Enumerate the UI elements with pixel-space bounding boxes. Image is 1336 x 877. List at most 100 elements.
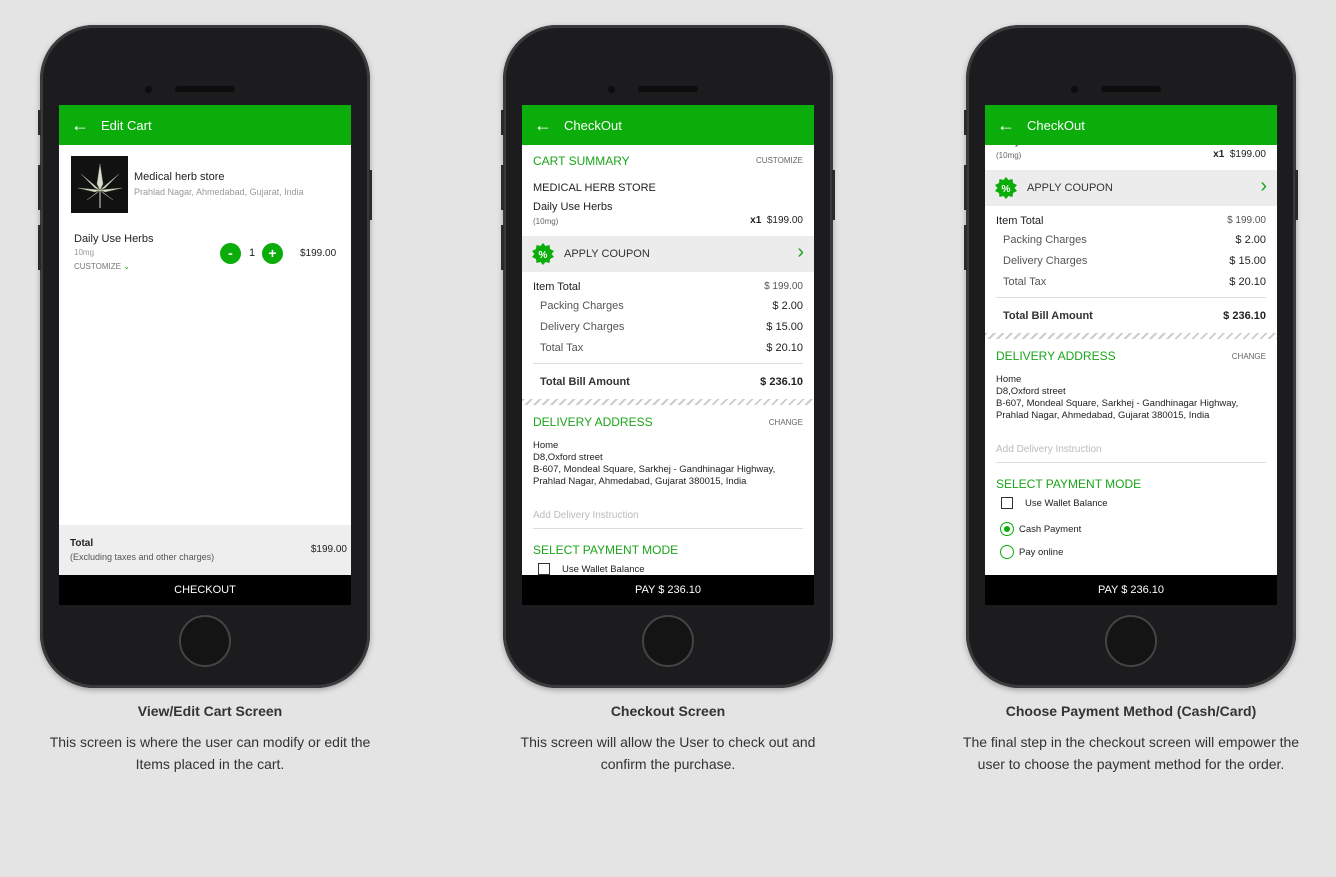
mute-switch — [964, 110, 967, 135]
app-header: ← CheckOut — [985, 105, 1277, 145]
address-line: Home — [996, 374, 1022, 385]
total-bill-value: $ 236.10 — [1223, 310, 1266, 322]
tax-value: $ 20.10 — [1229, 276, 1266, 288]
payment-method-screen: ← CheckOut CART SUMMARY CUSTOMIZE MEDICA… — [985, 105, 1277, 605]
delivery-charges-value: $ 15.00 — [1229, 255, 1266, 267]
change-address-link[interactable]: CHANGE — [1232, 352, 1266, 361]
address-line: Prahlad Nagar, Ahmedabad, Gujarat 380015… — [533, 476, 747, 487]
svg-text:%: % — [539, 250, 548, 261]
packing-value: $ 2.00 — [1235, 234, 1266, 246]
payment-mode-title: SELECT PAYMENT MODE — [533, 543, 679, 557]
phone-checkout: ← CheckOut CART SUMMARY CUSTOMIZE MEDICA… — [501, 25, 835, 688]
customize-label: CUSTOMIZE — [74, 262, 121, 271]
caption-title: Choose Payment Method (Cash/Card) — [1005, 703, 1257, 719]
edit-cart-screen: ← Edit Cart Medical herb store Prahlad N… — [59, 105, 351, 605]
packing-value: $ 2.00 — [772, 300, 803, 312]
speaker — [638, 86, 698, 92]
total-note: (Excluding taxes and other charges) — [70, 552, 215, 562]
camera — [1071, 86, 1078, 93]
total-value: $199.00 — [310, 544, 347, 555]
wallet-label: Use Wallet Balance — [562, 564, 645, 575]
item-price: $199.00 — [300, 248, 337, 259]
address-block: Home D8,Oxford street B-607, Mondeal Squ… — [533, 440, 775, 488]
pay-button[interactable]: PAY $ 236.10 — [985, 575, 1277, 605]
caption-line: This screen will allow the User to check… — [520, 734, 816, 750]
mute-switch — [501, 110, 504, 135]
app-header: ← Edit Cart — [59, 105, 351, 145]
apply-coupon-button[interactable]: % APPLY COUPON › — [985, 170, 1277, 206]
apply-coupon-label: APPLY COUPON — [1027, 182, 1113, 194]
back-arrow-icon[interactable]: ← — [985, 115, 1027, 136]
chevron-right-icon: › — [797, 241, 804, 263]
packing-label: Packing Charges — [1003, 234, 1087, 246]
chevron-right-icon: › — [1260, 175, 1267, 197]
caption-line: user to choose the payment method for th… — [977, 756, 1285, 772]
customize-dropdown[interactable]: CUSTOMIZE ⌄ — [74, 262, 130, 271]
item-name: Daily Use Herbs — [74, 233, 154, 245]
address-line: D8,Oxford street — [996, 386, 1066, 397]
pay-button[interactable]: PAY $ 236.10 — [522, 575, 814, 605]
pay-online-label: Pay online — [1019, 547, 1064, 558]
packing-label: Packing Charges — [540, 300, 624, 312]
wallet-checkbox[interactable] — [538, 563, 550, 575]
volume-up — [38, 165, 41, 210]
volume-up — [964, 165, 967, 210]
camera — [608, 86, 615, 93]
coupon-badge-icon: % — [532, 243, 554, 265]
cart-summary-title: CART SUMMARY — [533, 154, 630, 168]
home-button — [179, 615, 231, 667]
speaker — [175, 86, 235, 92]
delivery-instruction-input[interactable]: Add Delivery Instruction — [996, 441, 1266, 463]
apply-coupon-button[interactable]: % APPLY COUPON › — [522, 236, 814, 272]
caption-title: View/Edit Cart Screen — [137, 703, 283, 719]
herb-leaf-icon — [77, 163, 122, 208]
item-total-value: $ 199.00 — [764, 281, 803, 292]
decrease-quantity-button[interactable]: - — [220, 243, 241, 264]
caption-payment-method: Choose Payment Method (Cash/Card) The fi… — [921, 703, 1336, 775]
caption-line: The final step in the checkout screen wi… — [962, 734, 1300, 750]
divider — [996, 297, 1266, 298]
item-total-label: Item Total — [996, 215, 1044, 227]
store-address: Prahlad Nagar, Ahmedabad, Gujarat, India — [134, 187, 304, 197]
item-qty: x1 — [1213, 149, 1225, 160]
address-line: Home — [533, 440, 559, 451]
mute-switch — [38, 110, 41, 135]
pay-online-radio[interactable] — [1000, 545, 1014, 559]
back-arrow-icon[interactable]: ← — [522, 115, 564, 136]
header-title: CheckOut — [564, 117, 622, 133]
back-arrow-icon[interactable]: ← — [59, 115, 101, 136]
camera — [145, 86, 152, 93]
volume-down — [501, 225, 504, 270]
volume-up — [501, 165, 504, 210]
cash-payment-label: Cash Payment — [1019, 524, 1082, 535]
item-price: $199.00 — [766, 215, 803, 226]
caption-line: confirm the purchase. — [600, 756, 736, 772]
total-bar: Total (Excluding taxes and other charges… — [59, 525, 351, 575]
power-button — [832, 170, 835, 220]
delivery-address-title: DELIVERY ADDRESS — [533, 415, 653, 429]
total-bill-label: Total Bill Amount — [540, 376, 630, 388]
store-name: Medical herb store — [134, 171, 225, 183]
zigzag-divider — [985, 333, 1277, 339]
delivery-charges-label: Delivery Charges — [540, 321, 625, 333]
item-total-value: $ 199.00 — [1227, 215, 1266, 226]
item-name: Daily Use Herbs — [533, 201, 613, 213]
delivery-charges-label: Delivery Charges — [1003, 255, 1088, 267]
increase-quantity-button[interactable]: + — [262, 243, 283, 264]
change-address-link[interactable]: CHANGE — [769, 418, 803, 427]
delivery-instruction-input[interactable]: Add Delivery Instruction — [533, 507, 803, 529]
delivery-address-title: DELIVERY ADDRESS — [996, 349, 1116, 363]
checkout-button[interactable]: CHECKOUT — [59, 575, 351, 605]
total-bill-label: Total Bill Amount — [1003, 310, 1093, 322]
coupon-badge-icon: % — [995, 177, 1017, 199]
caption-title: Checkout Screen — [610, 703, 726, 719]
quantity-value: 1 — [249, 247, 256, 259]
customize-link[interactable]: CUSTOMIZE — [756, 156, 803, 165]
item-weight: (10mg) — [533, 217, 559, 226]
address-line: B-607, Mondeal Square, Sarkhej - Gandhin… — [996, 398, 1239, 409]
caption-line: This screen is where the user can modify… — [49, 734, 371, 750]
caption-line: Items placed in the cart. — [135, 756, 285, 772]
cash-payment-radio[interactable] — [1000, 522, 1014, 536]
wallet-checkbox[interactable] — [1001, 497, 1013, 509]
power-button — [369, 170, 372, 220]
